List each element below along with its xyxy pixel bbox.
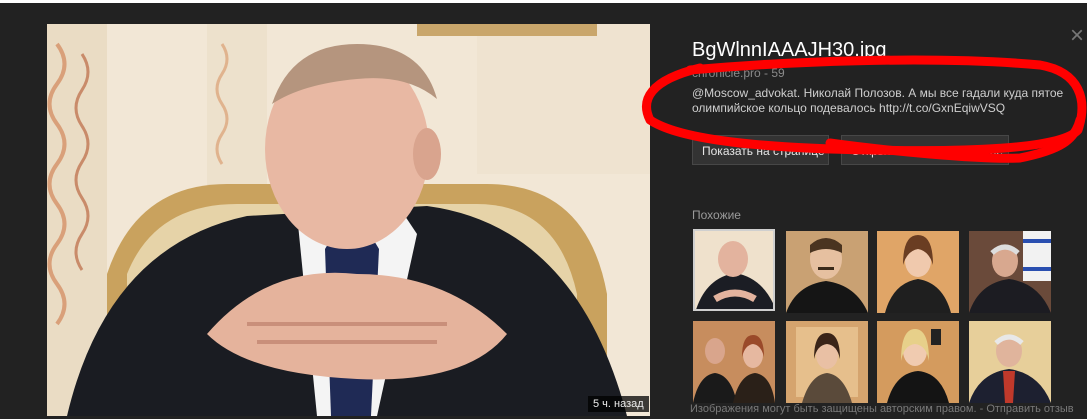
similar-thumbnail[interactable] xyxy=(693,229,775,311)
show-on-page-button[interactable]: Показать на странице xyxy=(692,135,829,165)
thumbnail-illustration xyxy=(877,321,959,403)
thumbnail-illustration xyxy=(877,231,959,313)
thumbnail-illustration xyxy=(969,321,1051,403)
preview-image[interactable] xyxy=(47,24,650,416)
close-icon[interactable]: × xyxy=(1070,24,1084,48)
similar-heading: Похожие xyxy=(692,208,741,222)
similar-thumbnail[interactable] xyxy=(877,321,959,403)
copyright-footer[interactable]: Изображения могут быть защищены авторски… xyxy=(690,403,1074,415)
similar-thumbnail[interactable] xyxy=(969,321,1051,403)
similar-thumbnail[interactable] xyxy=(877,231,959,313)
file-title[interactable]: BgWlnnIAAAJH30.jpg xyxy=(692,39,887,62)
image-description: @Moscow_advokat. Николай Полозов. А мы в… xyxy=(692,86,1064,115)
similar-thumbnail[interactable] xyxy=(693,321,775,403)
similar-thumbnail[interactable] xyxy=(786,321,868,403)
time-badge: 5 ч. назад xyxy=(588,396,649,412)
thumbnail-illustration xyxy=(786,231,868,313)
similar-thumbnail[interactable] xyxy=(786,231,868,313)
similar-thumbnail[interactable] xyxy=(969,231,1051,313)
thumbnail-illustration xyxy=(693,321,775,403)
preview-image-illustration xyxy=(47,24,650,416)
thumbnail-illustration xyxy=(695,231,773,309)
thumbnail-illustration xyxy=(969,231,1051,313)
source-line[interactable]: chronicle.pro - 59 xyxy=(692,66,785,80)
thumbnail-illustration xyxy=(786,321,868,403)
open-full-size-button[interactable]: Открыть в полном размере xyxy=(841,135,1009,165)
